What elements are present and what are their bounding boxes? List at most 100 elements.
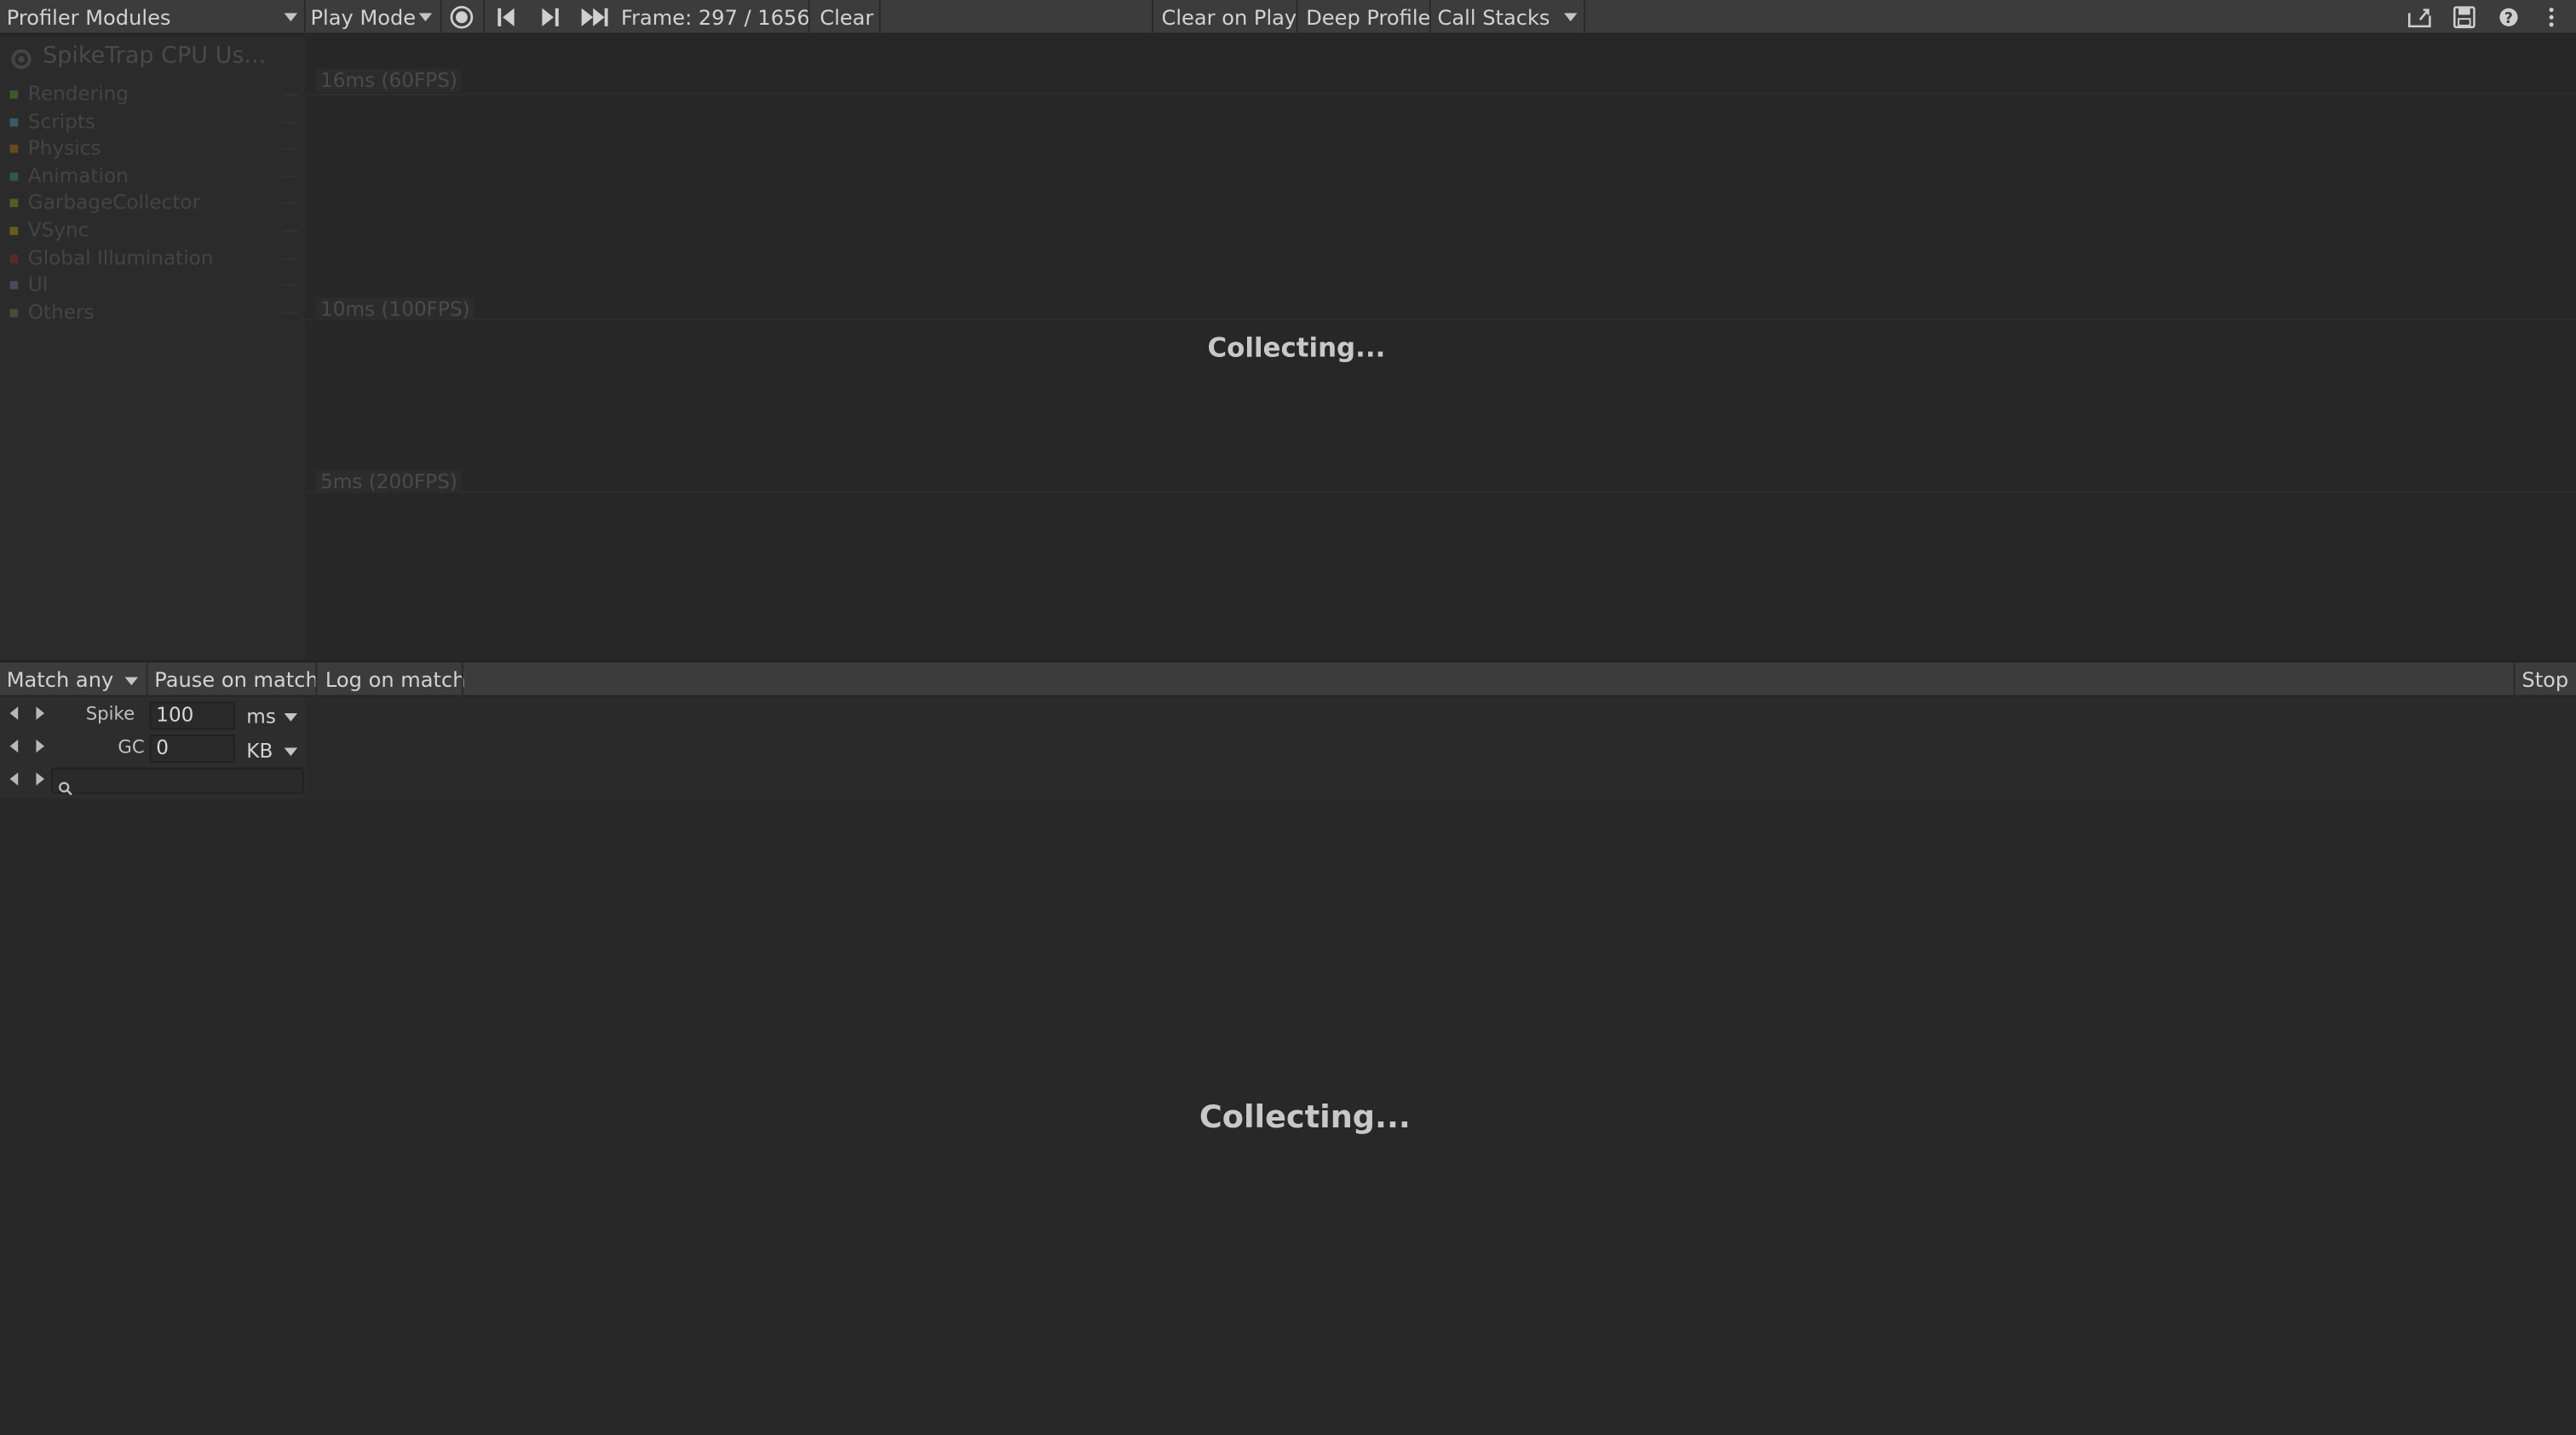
chevron-right-icon[interactable] (36, 706, 45, 720)
spike-threshold-field[interactable]: 100 (149, 701, 235, 730)
chevron-right-icon[interactable] (36, 772, 45, 786)
match-any-label: Match any (6, 667, 114, 692)
deep-profile-toggle[interactable]: Deep Profile (1306, 0, 1430, 35)
chart-status-text: Collecting... (1207, 331, 1386, 364)
spike-filter-toolbar: Match any Pause on match Log on match St… (0, 660, 2576, 699)
divider (282, 257, 300, 260)
legend-item-global-illumination[interactable]: Global Illumination (0, 246, 306, 273)
chevron-down-icon (284, 13, 298, 22)
play-mode-dropdown[interactable]: Play Mode (311, 0, 436, 35)
chevron-down-icon[interactable] (284, 713, 298, 722)
cpu-usage-chart[interactable]: 16ms (60FPS) 10ms (100FPS) 5ms (200FPS) … (305, 36, 2576, 661)
grid-label-5ms: 5ms (200FPS) (315, 470, 463, 493)
svg-text:?: ? (2504, 10, 2513, 27)
separator (808, 0, 810, 35)
filter-rows: Spike 100 ms GC 0 KB (0, 696, 2576, 799)
grid-line (305, 93, 2576, 95)
record-icon[interactable] (449, 5, 475, 30)
profiler-modules-label: Profiler Modules (6, 4, 171, 30)
chevron-left-icon[interactable] (9, 706, 19, 720)
separator (1429, 0, 1431, 35)
legend-item-animation[interactable]: Animation (0, 164, 306, 191)
legend-label: UI (27, 273, 49, 297)
divider (282, 284, 300, 286)
match-any-dropdown[interactable]: Match any (7, 662, 143, 698)
skip-to-end-icon[interactable] (580, 5, 613, 30)
chevron-down-icon (124, 677, 139, 686)
call-stacks-dropdown[interactable]: Call Stacks (1438, 0, 1583, 35)
legend-swatch (9, 199, 19, 208)
chevron-down-icon[interactable] (284, 747, 298, 757)
legend-swatch (9, 90, 19, 99)
legend-item-garbagecollector[interactable]: GarbageCollector (0, 191, 306, 217)
separator (2513, 662, 2516, 699)
cpu-module-icon (10, 46, 33, 78)
help-icon[interactable]: ? (2496, 5, 2522, 30)
chevron-down-icon (1564, 13, 1578, 22)
divider (282, 176, 300, 178)
stop-button[interactable]: Stop (2521, 662, 2568, 698)
legend-item-others[interactable]: Others (0, 301, 306, 327)
legend-item-scripts[interactable]: Scripts (0, 110, 306, 136)
grid-line (305, 491, 2576, 493)
divider (282, 202, 300, 205)
grid-label-10ms: 10ms (100FPS) (315, 297, 475, 321)
chevron-right-icon[interactable] (36, 739, 45, 753)
separator (878, 0, 881, 35)
divider (282, 312, 300, 314)
legend-item-rendering[interactable]: Rendering (0, 82, 306, 108)
spike-unit-label[interactable]: ms (246, 705, 276, 728)
log-on-match-toggle[interactable]: Log on match (325, 662, 466, 698)
play-mode-label: Play Mode (310, 4, 417, 30)
step-back-icon[interactable] (493, 5, 520, 30)
more-options-icon[interactable] (2542, 5, 2562, 30)
legend-swatch (9, 172, 19, 182)
chevron-left-icon[interactable] (9, 739, 19, 753)
call-stacks-label: Call Stacks (1437, 4, 1550, 30)
marker-search-input[interactable] (50, 767, 304, 796)
legend-label: Scripts (27, 110, 95, 134)
divider (282, 121, 300, 124)
load-icon[interactable] (2406, 5, 2433, 30)
legend-swatch (9, 118, 19, 127)
divider (282, 230, 300, 232)
chevron-left-icon[interactable] (9, 772, 19, 786)
profiler-modules-dropdown[interactable]: Profiler Modules (7, 0, 299, 35)
separator (1296, 0, 1298, 35)
clear-button[interactable]: Clear (819, 0, 873, 35)
legend-swatch (9, 144, 19, 153)
step-forward-icon[interactable] (538, 5, 564, 30)
separator (1584, 0, 1586, 35)
separator (303, 0, 306, 35)
pause-on-match-toggle[interactable]: Pause on match (154, 662, 318, 698)
legend-item-ui[interactable]: UI (0, 273, 306, 299)
gc-label: GC (118, 736, 145, 758)
separator (461, 662, 463, 699)
details-panel: Collecting... (0, 798, 2576, 1435)
legend-swatch (9, 254, 19, 263)
legend-item-physics[interactable]: Physics (0, 136, 306, 163)
details-status-text: Collecting... (1199, 1099, 1411, 1136)
legend-swatch (9, 308, 19, 318)
chevron-down-icon (418, 13, 433, 22)
grid-label-16ms: 16ms (60FPS) (315, 69, 463, 93)
divider (282, 147, 300, 150)
gc-unit-label[interactable]: KB (246, 740, 273, 763)
legend-label: Rendering (27, 82, 129, 106)
legend-label: Animation (27, 164, 129, 187)
legend-swatch (9, 280, 19, 290)
grid-line (305, 319, 2576, 321)
separator (1151, 0, 1153, 35)
legend-label: Others (27, 300, 95, 324)
spike-label: Spike (85, 703, 135, 725)
legend-item-vsync[interactable]: VSync (0, 219, 306, 245)
save-icon[interactable] (2451, 5, 2477, 30)
module-title[interactable]: SpikeTrap CPU Us... (43, 43, 266, 69)
separator (483, 0, 485, 35)
legend-label: VSync (27, 218, 89, 242)
gc-threshold-field[interactable]: 0 (149, 735, 235, 763)
separator (315, 662, 318, 699)
frame-counter: Frame: 297 / 1656 (621, 4, 810, 30)
divider (282, 93, 300, 95)
clear-on-play-toggle[interactable]: Clear on Play (1162, 0, 1297, 35)
